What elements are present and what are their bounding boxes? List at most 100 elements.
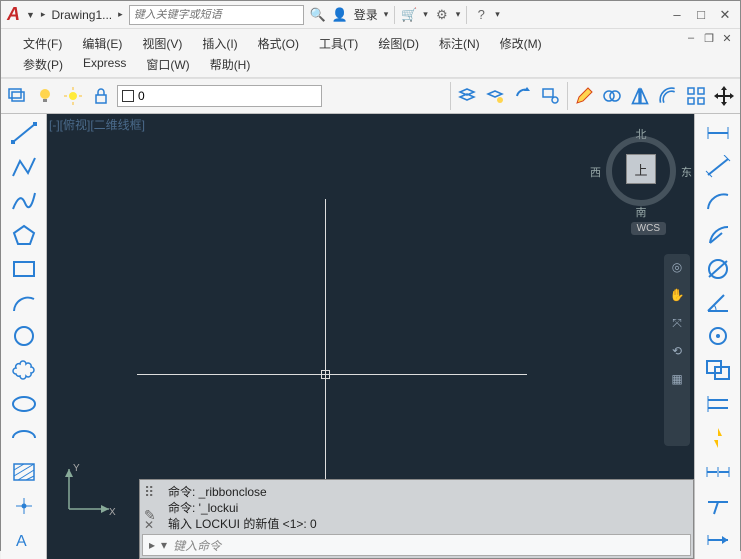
dim-quick-tool[interactable]	[698, 422, 738, 454]
menu-draw[interactable]: 绘图(D)	[368, 33, 429, 54]
mdi-minimize[interactable]: –	[684, 31, 698, 45]
nav-showmotion-icon[interactable]: ▦	[668, 370, 686, 388]
dimension-toolbar	[694, 114, 740, 559]
menu-dimension[interactable]: 标注(N)	[429, 33, 490, 54]
layer-iso-button[interactable]	[483, 84, 507, 108]
main-area: A [-][俯视][二维线框] 北 上 西 东 南 WCS ◎ ✋ ⤧ ⟲ ▦	[1, 114, 740, 559]
polyline-tool[interactable]	[4, 151, 44, 183]
layer-dropdown[interactable]: 0	[117, 85, 322, 107]
menu-insert[interactable]: 插入(I)	[192, 33, 247, 54]
circle-pair-icon[interactable]	[600, 84, 624, 108]
nav-orbit-icon[interactable]: ⟲	[668, 342, 686, 360]
rectangle-tool[interactable]	[4, 253, 44, 285]
menu-help[interactable]: 帮助(H)	[200, 54, 261, 75]
title-bar: A ▼ ▸ Drawing1... ▸ 🔍 👤 登录 ▾ 🛒 ▾ ⚙ ▾ ? ▾…	[1, 1, 740, 29]
dim-aligned-tool[interactable]	[698, 151, 738, 183]
menu-file[interactable]: 文件(F)	[13, 33, 72, 54]
move-icon[interactable]	[712, 84, 736, 108]
close-button[interactable]: ✕	[716, 6, 734, 24]
help-icon[interactable]: ?	[473, 7, 489, 23]
menu-tools[interactable]: 工具(T)	[309, 33, 368, 54]
hatch-tool[interactable]	[4, 456, 44, 488]
array-icon[interactable]	[684, 84, 708, 108]
cart-icon[interactable]: 🛒	[401, 7, 417, 23]
dim-arc-tool[interactable]	[698, 185, 738, 217]
offset-icon[interactable]	[656, 84, 680, 108]
account-icon[interactable]: 👤	[332, 7, 348, 23]
cart-dd[interactable]: ▾	[423, 9, 428, 20]
dim-radius-tool[interactable]	[698, 219, 738, 251]
layer-states-button[interactable]	[455, 84, 479, 108]
point-tool[interactable]	[4, 490, 44, 522]
dim-angular-tool[interactable]	[698, 287, 738, 319]
search-input[interactable]	[134, 9, 299, 21]
dim-ordinate-tool[interactable]	[698, 321, 738, 353]
dim-leader-tool[interactable]	[698, 490, 738, 522]
ellipse-tool[interactable]	[4, 388, 44, 420]
search-icon[interactable]: 🔍	[310, 7, 326, 23]
menu-edit[interactable]: 编辑(E)	[72, 33, 132, 54]
app-switcher-icon[interactable]: ⚙	[434, 7, 450, 23]
viewcube-south[interactable]: 南	[596, 204, 686, 220]
lock-icon[interactable]	[89, 84, 113, 108]
sep	[466, 6, 467, 24]
doc-name[interactable]: Drawing1...	[51, 8, 112, 22]
line-tool[interactable]	[4, 117, 44, 149]
viewcube-east[interactable]: 东	[681, 164, 692, 180]
app-dd[interactable]: ▾	[456, 9, 461, 20]
login-link[interactable]: 登录	[354, 6, 378, 23]
top-toolbar: 0	[1, 78, 740, 114]
layer-match-button[interactable]	[539, 84, 563, 108]
viewport-label[interactable]: [-][俯视][二维线框]	[49, 116, 145, 133]
menu-format[interactable]: 格式(O)	[248, 33, 309, 54]
nav-zoom-icon[interactable]: ⤧	[668, 314, 686, 332]
dim-diameter-tool[interactable]	[698, 253, 738, 285]
wcs-badge[interactable]: WCS	[631, 222, 666, 235]
arc-tool[interactable]	[4, 287, 44, 319]
dim-overlap-tool[interactable]	[698, 354, 738, 386]
layer-prev-button[interactable]	[511, 84, 535, 108]
menu-window[interactable]: 窗口(W)	[136, 54, 199, 75]
mdi-restore[interactable]: ❐	[702, 31, 716, 45]
viewcube-top[interactable]: 上	[626, 154, 656, 184]
ellipse-arc-tool[interactable]	[4, 422, 44, 454]
breadcrumb-arrow-2[interactable]: ▸	[118, 9, 123, 20]
menu-express[interactable]: Express	[73, 54, 136, 75]
circle-tool[interactable]	[4, 321, 44, 353]
revision-cloud-tool[interactable]	[4, 354, 44, 386]
command-input[interactable]: ▸ ▾ 键入命令	[142, 534, 691, 556]
cmd-handle-icon[interactable]: ⠿	[144, 484, 156, 501]
app-logo: A	[7, 4, 20, 25]
menu-modify[interactable]: 修改(M)	[490, 33, 552, 54]
cmd-close-icon[interactable]: ✕	[144, 518, 154, 532]
dim-linear-tool[interactable]	[698, 117, 738, 149]
polygon-tool[interactable]	[4, 219, 44, 251]
nav-pan-icon[interactable]: ✋	[668, 286, 686, 304]
nav-wheel-icon[interactable]: ◎	[668, 258, 686, 276]
account-dropdown[interactable]: ▾	[384, 9, 389, 20]
search-box[interactable]	[129, 5, 304, 25]
dim-baseline-tool[interactable]	[698, 388, 738, 420]
dim-continue-tool[interactable]	[698, 456, 738, 488]
dim-adjust-tool[interactable]	[698, 524, 738, 556]
pencil-icon[interactable]	[572, 84, 596, 108]
help-dd[interactable]: ▾	[495, 9, 500, 20]
text-tool[interactable]: A	[4, 524, 44, 556]
menu-params[interactable]: 参数(P)	[13, 54, 73, 75]
sun-icon[interactable]	[61, 84, 85, 108]
layer-properties-button[interactable]	[5, 84, 29, 108]
minimize-button[interactable]: –	[668, 6, 686, 24]
mdi-close[interactable]: ✕	[720, 31, 734, 45]
mirror-icon[interactable]	[628, 84, 652, 108]
viewcube-west[interactable]: 西	[590, 164, 601, 180]
qat-dropdown[interactable]: ▼	[26, 10, 35, 20]
viewcube[interactable]: 北 上 西 东 南 WCS	[596, 122, 686, 232]
mdi-controls: – ❐ ✕	[684, 31, 734, 45]
light-bulb-icon[interactable]	[33, 84, 57, 108]
spline-tool[interactable]	[4, 185, 44, 217]
drawing-canvas[interactable]: [-][俯视][二维线框] 北 上 西 东 南 WCS ◎ ✋ ⤧ ⟲ ▦ Y …	[47, 114, 694, 559]
ucs-icon: Y X	[59, 459, 119, 519]
breadcrumb-arrow-1[interactable]: ▸	[41, 9, 46, 20]
menu-view[interactable]: 视图(V)	[132, 33, 192, 54]
maximize-button[interactable]: □	[692, 6, 710, 24]
